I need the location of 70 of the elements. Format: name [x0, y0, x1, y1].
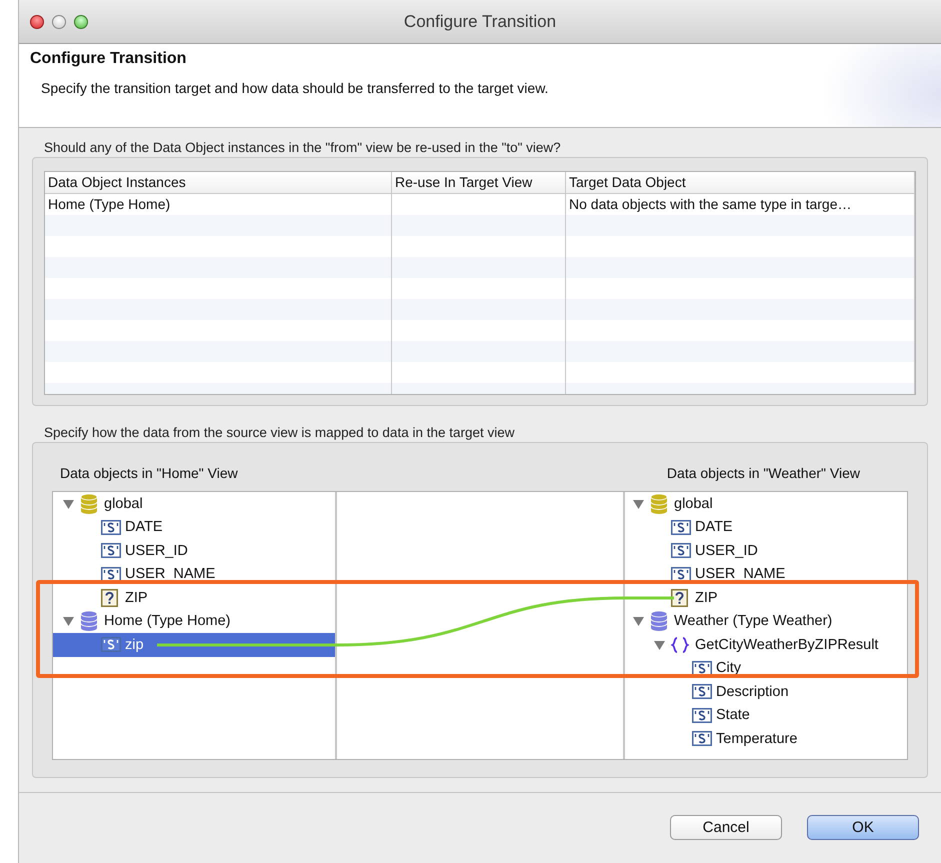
tree-item[interactable]: DATE: [625, 516, 907, 539]
pane-heading: Data objects in "Weather" View: [666, 465, 860, 483]
tree-label: global: [674, 496, 713, 512]
string-type-icon: [671, 520, 691, 535]
tree-label: USER_ID: [695, 542, 758, 559]
tree-item[interactable]: global: [625, 492, 907, 516]
tree-label: Temperature: [716, 730, 798, 747]
tree-item[interactable]: GetCityWeatherByZIPResult: [625, 633, 907, 656]
tree-label: ZIP: [695, 590, 718, 606]
tree-label: USER_ID: [125, 542, 188, 559]
close-button[interactable]: [30, 14, 44, 28]
column-header[interactable]: Data Object Instances: [45, 172, 392, 193]
string-type-icon: [101, 520, 121, 535]
minimize-button[interactable]: [52, 14, 66, 28]
string-type-icon: [101, 637, 121, 652]
ok-button[interactable]: OK: [807, 815, 919, 840]
column-header[interactable]: Re-use In Target View: [392, 172, 566, 193]
expand-triangle-icon[interactable]: [63, 616, 74, 626]
tree-item[interactable]: USER_ID: [625, 539, 907, 562]
tree-item[interactable]: USER_ID: [53, 539, 335, 562]
tree-label: GetCityWeatherByZIPResult: [695, 636, 878, 653]
string-type-icon: [692, 684, 712, 700]
tree-label: global: [104, 496, 143, 512]
tree-label: DATE: [125, 519, 163, 536]
tree-label: DATE: [695, 519, 733, 536]
tree-item[interactable]: ZIP: [625, 586, 907, 610]
string-type-icon: [101, 543, 121, 558]
question-mark-icon: [101, 588, 118, 607]
string-type-icon: [671, 543, 691, 558]
tree-label: zip: [125, 636, 144, 653]
column-header[interactable]: Target Data Object: [566, 172, 915, 193]
tree-item[interactable]: Weather (Type Weather): [625, 610, 907, 633]
tree-label: Weather (Type Weather): [674, 613, 832, 630]
window-title: Configure Transition: [404, 12, 556, 32]
tree-item[interactable]: zip: [53, 633, 335, 656]
braces-icon: [671, 636, 689, 653]
tree-item[interactable]: DATE: [53, 516, 335, 539]
tree-label: Description: [716, 684, 789, 700]
expand-triangle-icon[interactable]: [654, 640, 665, 650]
expand-triangle-icon[interactable]: [633, 616, 644, 626]
section-label: Should any of the Data Object instances in the "from" view be re-used in the "to" view?: [44, 140, 562, 157]
tree-item[interactable]: Temperature: [625, 727, 907, 750]
string-type-icon: [692, 660, 712, 676]
question-mark-icon: [671, 588, 688, 607]
string-type-icon: [692, 708, 712, 723]
tree-label: State: [716, 707, 750, 724]
tree-item[interactable]: Home (Type Home): [53, 610, 335, 633]
zoom-button[interactable]: [74, 14, 88, 28]
tree-label: ZIP: [125, 590, 148, 606]
string-type-icon: [671, 566, 691, 582]
tree-label: City: [716, 660, 741, 676]
tree-item[interactable]: ZIP: [53, 586, 335, 610]
tree-item[interactable]: USER_NAME: [53, 562, 335, 586]
tree-item[interactable]: City: [625, 656, 907, 680]
dialog-heading: Configure Transition: [30, 50, 188, 68]
cancel-button[interactable]: Cancel: [670, 815, 782, 840]
section-label: Specify how the data from the source view is mapped to data in the target view: [44, 425, 516, 442]
pane-heading: Data objects in "Home" View: [60, 465, 238, 483]
tree-label: USER_NAME: [695, 566, 786, 582]
expand-triangle-icon[interactable]: [633, 498, 644, 509]
tree-item[interactable]: USER_NAME: [625, 562, 907, 586]
dialog-description: Specify the transition target and how data should be transferred to the target view.: [41, 80, 550, 96]
tree-item[interactable]: global: [53, 492, 335, 516]
tree-label: USER_NAME: [125, 566, 216, 582]
expand-triangle-icon[interactable]: [63, 498, 74, 509]
string-type-icon: [101, 566, 121, 582]
string-type-icon: [692, 731, 712, 746]
tree-item[interactable]: Description: [625, 680, 907, 704]
tree-label: Home (Type Home): [104, 613, 231, 630]
tree-item[interactable]: State: [625, 704, 907, 727]
